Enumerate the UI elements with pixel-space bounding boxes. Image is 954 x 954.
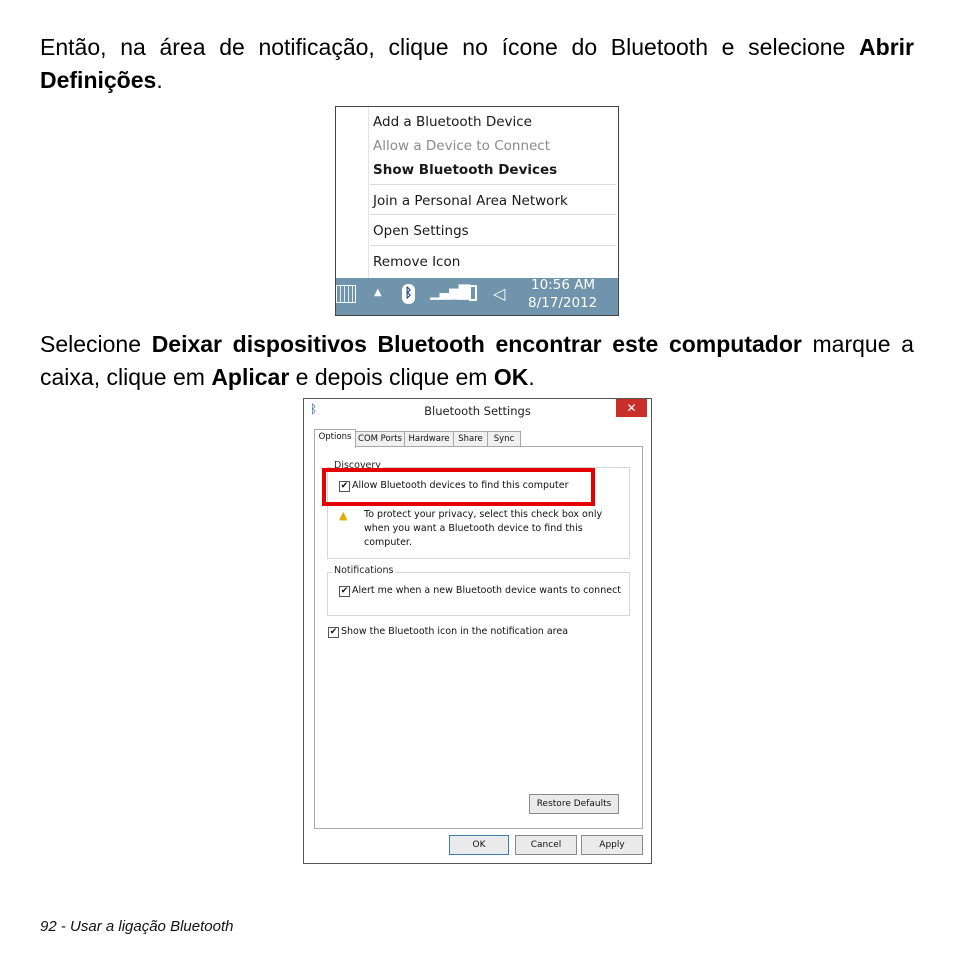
dialog-title: Bluetooth Settings — [424, 404, 531, 418]
menu-gutter — [368, 107, 369, 278]
paragraph-text: e depois clique em — [289, 364, 494, 390]
paragraph-end: . — [156, 67, 163, 93]
tab-hardware[interactable]: Hardware — [404, 431, 454, 447]
cancel-button[interactable]: Cancel — [515, 835, 577, 855]
paragraph-text: Então, na área de notificação, clique no… — [40, 34, 860, 60]
menu-item-join-pan[interactable]: Join a Personal Area Network — [373, 193, 568, 209]
show-icon-label[interactable]: Show the Bluetooth icon in the notificat… — [341, 626, 568, 637]
notifications-label: Notifications — [332, 565, 396, 576]
restore-defaults-button[interactable]: Restore Defaults — [529, 794, 619, 814]
taskbar-date[interactable]: 8/17/2012 — [528, 295, 597, 311]
battery-icon[interactable] — [469, 285, 477, 301]
page-footer: 92 - Usar a ligação Bluetooth — [40, 918, 234, 935]
instruction-paragraph-1: Então, na área de notificação, clique no… — [40, 31, 914, 97]
paragraph-end: . — [528, 364, 535, 390]
close-button[interactable]: ✕ — [616, 399, 647, 417]
alert-checkbox[interactable]: ✔ — [339, 586, 350, 597]
allow-devices-term: Deixar dispositivos Bluetooth encontrar … — [151, 331, 802, 357]
show-icon-checkbox[interactable]: ✔ — [328, 627, 339, 638]
ok-term: OK — [493, 364, 529, 390]
menu-item-open-settings[interactable]: Open Settings — [373, 223, 469, 239]
chevron-up-icon[interactable]: ▲ — [374, 287, 382, 298]
menu-item-remove-icon[interactable]: Remove Icon — [373, 254, 460, 270]
bluetooth-icon[interactable]: ᛒ — [402, 284, 415, 304]
keyboard-icon[interactable] — [336, 285, 356, 303]
apply-button[interactable]: Apply — [581, 835, 643, 855]
tab-options[interactable]: Options — [314, 429, 356, 448]
apply-term: Aplicar — [211, 364, 290, 390]
paragraph-text: Selecione — [40, 331, 152, 357]
menu-item-allow-connect: Allow a Device to Connect — [373, 138, 551, 154]
instruction-paragraph-2: Selecione Deixar dispositivos Bluetooth … — [40, 328, 914, 394]
warning-icon: ▲ — [339, 509, 348, 522]
menu-item-show-devices[interactable]: Show Bluetooth Devices — [373, 162, 557, 178]
tab-share[interactable]: Share — [453, 431, 488, 447]
menu-item-add-device[interactable]: Add a Bluetooth Device — [373, 114, 532, 130]
taskbar-time[interactable]: 10:56 AM — [531, 277, 595, 293]
highlight-box — [322, 468, 595, 506]
menu-separator — [370, 214, 616, 215]
bluetooth-context-menu-screenshot: Add a Bluetooth Device Allow a Device to… — [335, 106, 619, 316]
speaker-icon[interactable]: ◁ — [493, 284, 505, 303]
tab-sync[interactable]: Sync — [487, 431, 521, 447]
taskbar: ▲ ᛒ ▁▃▅▇ ◁ 10:56 AM 8/17/2012 — [336, 277, 618, 315]
alert-label[interactable]: Alert me when a new Bluetooth device wan… — [352, 585, 621, 596]
menu-separator — [370, 184, 616, 185]
ok-button[interactable]: OK — [449, 835, 509, 855]
menu-separator — [370, 245, 616, 246]
privacy-note: To protect your privacy, select this che… — [364, 509, 603, 548]
network-icon[interactable]: ▁▃▅▇ — [430, 282, 470, 300]
dialog-title-bar[interactable]: ᛒ Bluetooth Settings ✕ — [304, 399, 651, 423]
tab-com-ports[interactable]: COM Ports — [355, 431, 405, 447]
